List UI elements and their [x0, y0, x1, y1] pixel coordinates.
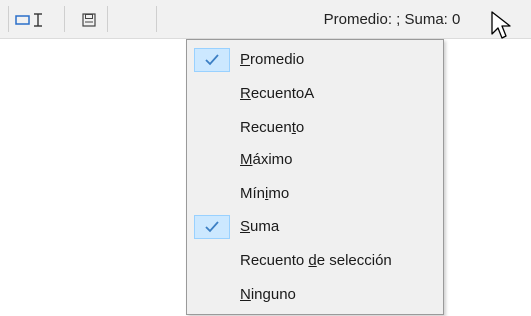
- mouse-pointer-icon: [490, 10, 516, 44]
- check-icon: [194, 215, 230, 239]
- status-bar-separator: [8, 6, 9, 32]
- menu-item-promedio[interactable]: Promedio: [190, 45, 440, 75]
- status-summary-text[interactable]: Promedio: ; Suma: 0: [300, 11, 484, 28]
- menu-item-ninguno[interactable]: Ninguno: [190, 280, 440, 310]
- status-bar-separator: [107, 6, 108, 32]
- menu-item-recuentoa[interactable]: RecuentoA: [190, 79, 440, 109]
- menu-item-recuento-de-seleccion[interactable]: Recuento de selección: [190, 246, 440, 276]
- menu-item-label: RecuentoA: [240, 85, 315, 102]
- menu-item-label: Mínimo: [240, 185, 290, 202]
- menu-item-suma[interactable]: Suma: [190, 212, 440, 242]
- menu-item-minimo[interactable]: Mínimo: [190, 179, 440, 209]
- menu-item-label: Máximo: [240, 151, 293, 168]
- selection-mode-icon[interactable]: [14, 12, 56, 28]
- menu-item-label: Promedio: [240, 51, 305, 68]
- status-bar-separator: [64, 6, 65, 32]
- status-bar: Promedio: ; Suma: 0: [0, 0, 531, 39]
- check-icon: [194, 48, 230, 72]
- menu-item-label: Suma: [240, 218, 280, 235]
- menu-item-label: Ninguno: [240, 286, 296, 303]
- menu-item-label: Recuento de selección: [240, 252, 392, 269]
- menu-item-maximo[interactable]: Máximo: [190, 145, 440, 175]
- save-document-icon[interactable]: [80, 12, 98, 28]
- menu-item-label: Recuento: [240, 119, 305, 136]
- menu-item-recuento[interactable]: Recuento: [190, 113, 440, 143]
- status-function-menu: Promedio RecuentoA Recuento Máximo Mínim…: [186, 39, 444, 315]
- status-bar-separator: [156, 6, 157, 32]
